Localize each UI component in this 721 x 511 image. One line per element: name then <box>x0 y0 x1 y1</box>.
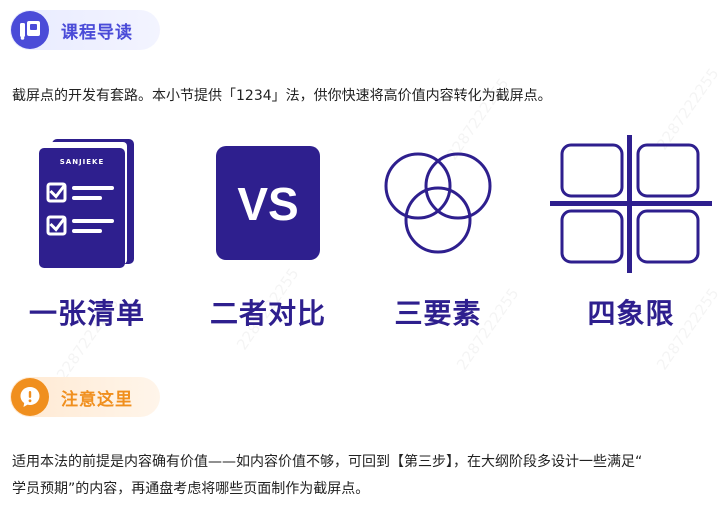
exclamation-icon <box>11 378 49 416</box>
intro-paragraph: 截屏点的开发有套路。本小节提供「1234」法，供你快速将高价值内容转化为截屏点。 <box>12 88 552 104</box>
notice-line-2: 学员预期”的内容，再通盘考虑将哪些页面制作为截屏点。 <box>12 481 370 497</box>
method-label-checklist: 一张清单 <box>28 297 145 330</box>
book-icon <box>11 11 49 49</box>
four-quadrant-icon <box>550 135 712 273</box>
method-label-four-quadrants: 四象限 <box>587 297 675 330</box>
three-circles-venn-icon <box>384 152 492 254</box>
method-label-comparison: 二者对比 <box>209 297 326 330</box>
notice-line-1: 适用本法的前提是内容确有价值——如内容价值不够，可回到【第三步】，在大纲阶段多设… <box>12 454 643 470</box>
notice-title: 注意这里 <box>61 389 133 410</box>
notice-paragraph: 适用本法的前提是内容确有价值——如内容价值不够，可回到【第三步】，在大纲阶段多设… <box>12 450 642 501</box>
vs-text: VS <box>237 178 298 230</box>
vs-icon: VS <box>216 146 320 260</box>
checklist-badge: SANJIEKE <box>60 158 105 166</box>
vs-illustration: VS <box>216 146 320 286</box>
checklist-document-icon: SANJIEKE <box>39 139 134 268</box>
method-label-three-elements: 三要素 <box>394 297 482 330</box>
four-quadrant-illustration <box>550 135 712 275</box>
three-elements-illustration <box>378 150 498 290</box>
notice-header: 注意这里 <box>10 377 160 417</box>
section-title: 课程导读 <box>61 22 133 43</box>
checklist-illustration: SANJIEKE <box>36 135 138 275</box>
course-guide-header: 课程导读 <box>10 10 160 50</box>
